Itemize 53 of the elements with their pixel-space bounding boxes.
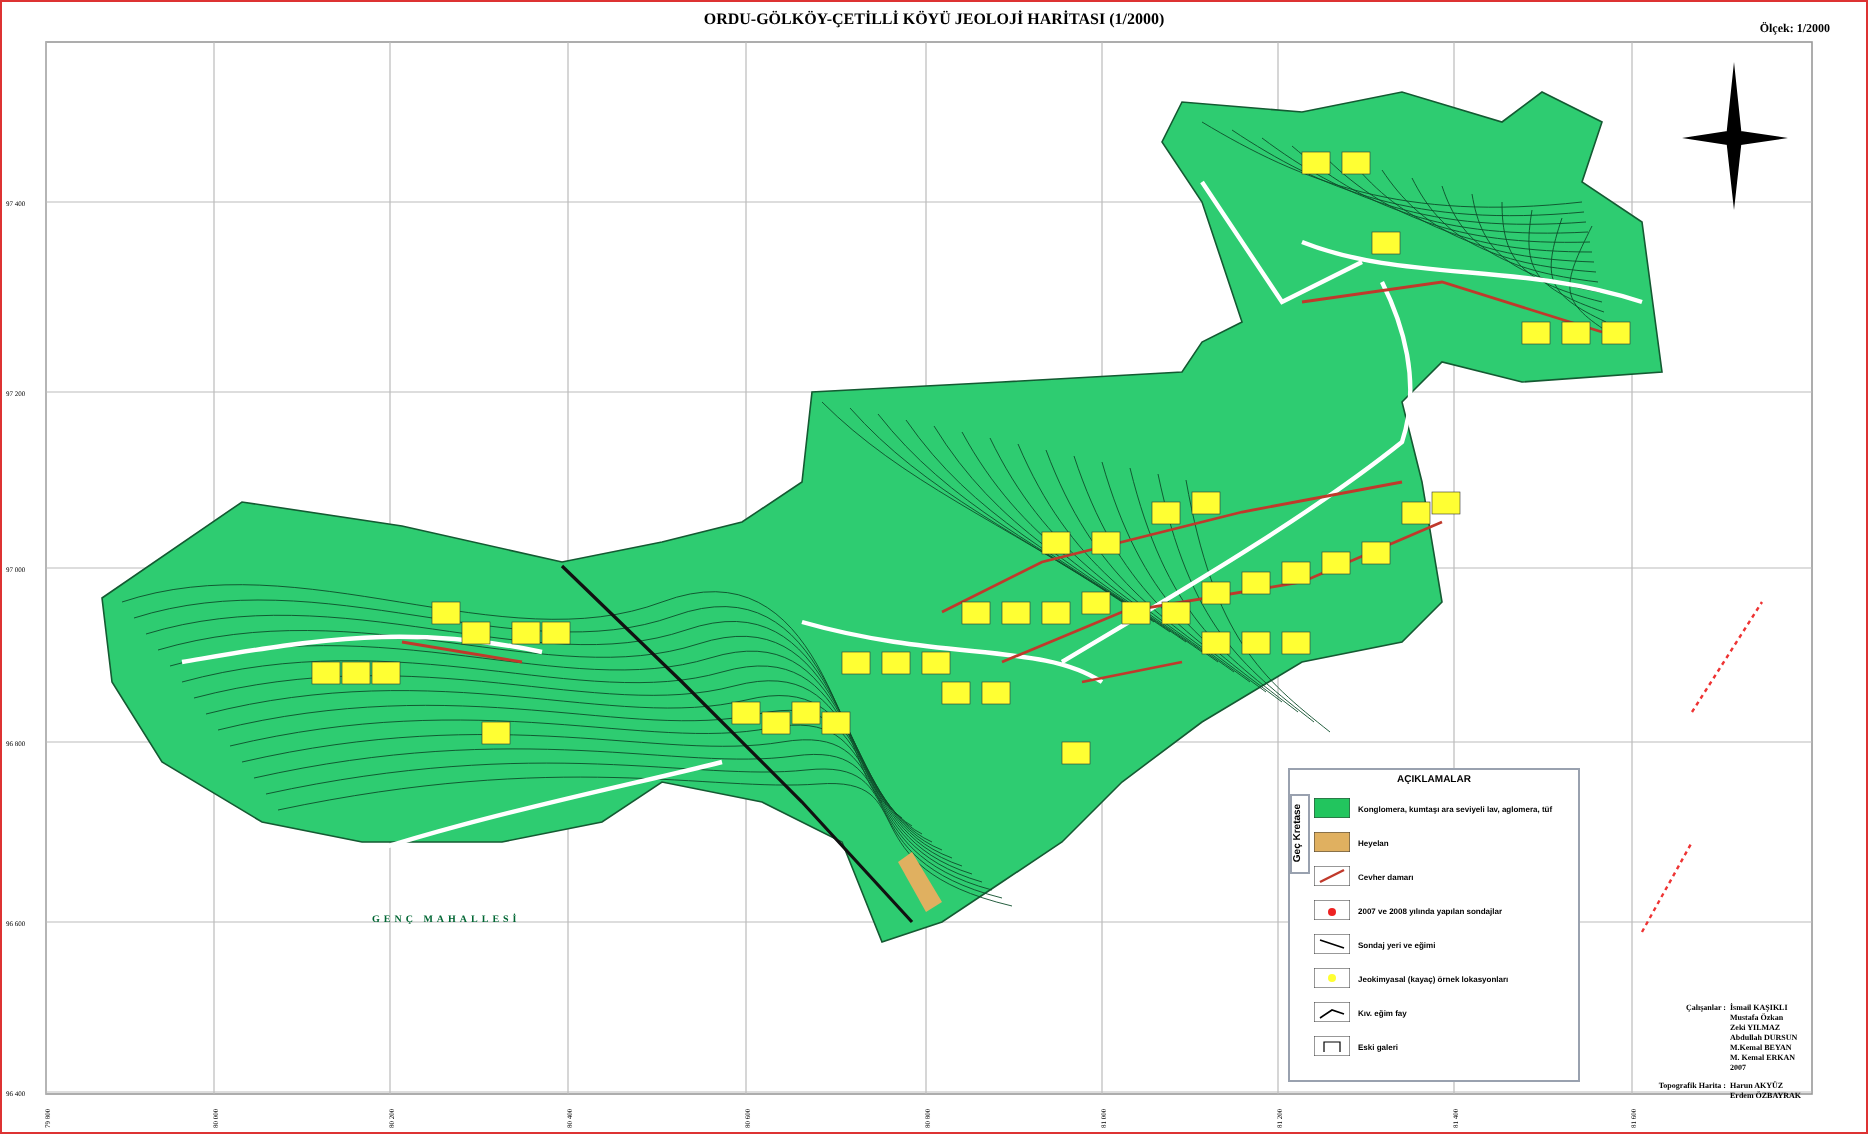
legend-symbol-icon [1314, 866, 1350, 886]
map-title: ORDU-GÖLKÖY-ÇETİLLİ KÖYÜ JEOLOJİ HARİTASI (1/2000) [703, 8, 1165, 32]
label-marker [1191, 491, 1221, 515]
label-marker [1201, 581, 1231, 605]
label-marker [1241, 571, 1271, 595]
label-marker [981, 681, 1011, 705]
label-marker [1041, 601, 1071, 625]
label-marker [1321, 551, 1351, 575]
label-marker [761, 711, 791, 735]
label-marker [1521, 321, 1551, 345]
label-marker [941, 681, 971, 705]
label-marker [511, 621, 541, 645]
label-marker [541, 621, 571, 645]
label-marker [961, 601, 991, 625]
legend-symbol-icon [1314, 934, 1350, 954]
legend-symbol-icon [1314, 900, 1350, 920]
label-marker [1561, 321, 1591, 345]
label-marker [841, 651, 871, 675]
label-marker [1281, 631, 1311, 655]
label-marker [1121, 601, 1151, 625]
label-marker [791, 701, 821, 725]
label-marker [481, 721, 511, 745]
label-marker [1301, 151, 1331, 175]
label-marker [1371, 231, 1401, 255]
label-marker [1001, 601, 1031, 625]
label-marker [461, 621, 491, 645]
label-marker [1201, 631, 1231, 655]
label-marker [1241, 631, 1271, 655]
label-marker [1431, 491, 1461, 515]
label-marker [1161, 601, 1191, 625]
label-marker [821, 711, 851, 735]
legend-symbol-icon [1314, 1002, 1350, 1022]
label-marker [431, 601, 461, 625]
label-marker [1151, 501, 1181, 525]
label-marker [1041, 531, 1071, 555]
label-marker [921, 651, 951, 675]
legend-symbol-icon [1314, 968, 1350, 988]
label-marker [1361, 541, 1391, 565]
label-marker [1081, 591, 1111, 615]
label-marker [1091, 531, 1121, 555]
label-marker [1401, 501, 1431, 525]
label-marker [1341, 151, 1371, 175]
compass-icon [1682, 62, 1788, 210]
label-marker [1601, 321, 1631, 345]
label-marker [341, 661, 371, 685]
label-marker [881, 651, 911, 675]
label-marker [371, 661, 401, 685]
landslide-area [898, 852, 942, 912]
label-marker [731, 701, 761, 725]
label-marker [1061, 741, 1091, 765]
label-marker [311, 661, 341, 685]
label-marker [1281, 561, 1311, 585]
legend-symbol-icon [1314, 1036, 1350, 1056]
